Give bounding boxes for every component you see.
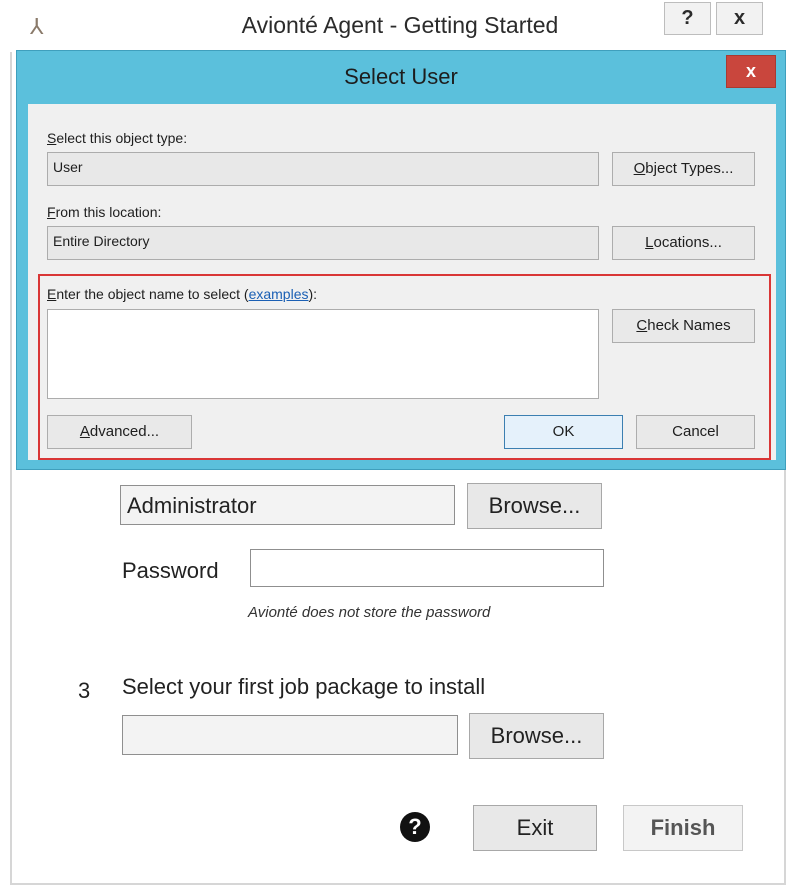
window-close-button[interactable]: x: [716, 2, 763, 35]
browse-user-button[interactable]: Browse...: [467, 483, 602, 529]
password-note: Avionté does not store the password: [248, 604, 491, 621]
exit-button[interactable]: Exit: [473, 805, 597, 851]
ok-button[interactable]: OK: [504, 415, 623, 449]
username-field[interactable]: Administrator: [120, 485, 455, 525]
advanced-button[interactable]: Advanced...: [47, 415, 192, 449]
object-name-input[interactable]: [47, 309, 599, 399]
step-3-number: 3: [78, 678, 91, 703]
password-label: Password: [122, 558, 219, 583]
object-name-label: Enter the object name to select (example…: [47, 286, 318, 302]
examples-link[interactable]: examples: [249, 286, 309, 302]
locations-button[interactable]: Locations...: [612, 226, 755, 260]
help-icon[interactable]: ?: [400, 812, 430, 842]
object-type-field: User: [47, 152, 599, 186]
password-field[interactable]: [250, 549, 604, 587]
job-package-field[interactable]: [122, 715, 458, 755]
finish-button[interactable]: Finish: [623, 805, 743, 851]
cancel-button[interactable]: Cancel: [636, 415, 755, 449]
window-title: Avionté Agent - Getting Started: [241, 12, 559, 38]
select-user-title: Select User: [344, 64, 458, 89]
step-3-title: Select your first job package to install: [122, 674, 486, 699]
object-types-button[interactable]: Object Types...: [612, 152, 755, 186]
window-help-button[interactable]: ?: [664, 2, 711, 35]
check-names-button[interactable]: Check Names: [612, 309, 755, 343]
select-user-close-button[interactable]: x: [726, 55, 776, 88]
location-field: Entire Directory: [47, 226, 599, 260]
object-type-label: Select this object type:: [47, 130, 188, 146]
avionte-logo-icon: ⅄: [30, 14, 44, 39]
location-label: From this location:: [47, 204, 162, 220]
browse-package-button[interactable]: Browse...: [469, 713, 604, 759]
